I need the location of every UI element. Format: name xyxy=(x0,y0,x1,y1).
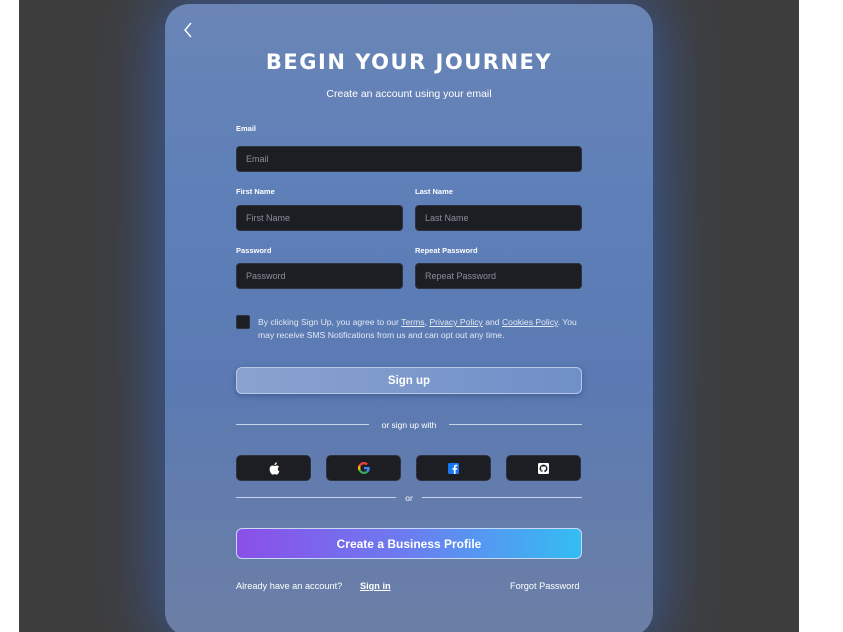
password-placeholder: Password xyxy=(246,271,286,281)
email-label: Email xyxy=(236,124,257,133)
sign-in-link[interactable]: Sign in xyxy=(360,581,391,591)
already-have-account-text: Already have an account? xyxy=(236,581,343,591)
facebook-icon xyxy=(448,462,459,474)
repeat-password-placeholder: Repeat Password xyxy=(425,271,497,281)
password-label: Password xyxy=(236,246,272,255)
github-icon xyxy=(538,462,549,474)
terms-text: By clicking Sign Up, you agree to our Te… xyxy=(258,316,588,342)
email-field[interactable]: Email xyxy=(236,146,582,172)
github-signup-button[interactable] xyxy=(506,455,581,481)
create-business-profile-button[interactable]: Create a Business Profile xyxy=(236,528,582,559)
repeat-password-label: Repeat Password xyxy=(415,246,478,255)
first-name-field[interactable]: First Name xyxy=(236,205,403,231)
page-subtitle: Create an account using your email xyxy=(326,88,492,100)
or-text: or xyxy=(405,493,413,503)
first-name-placeholder: First Name xyxy=(246,213,291,223)
terms-checkbox[interactable] xyxy=(236,315,250,329)
divider-or-right xyxy=(422,497,582,498)
page-title: BEGIN YOUR JOURNEY xyxy=(265,50,553,74)
sign-up-button[interactable]: Sign up xyxy=(236,367,582,394)
divider-or-left xyxy=(236,497,396,498)
facebook-signup-button[interactable] xyxy=(416,455,491,481)
back-button[interactable] xyxy=(177,18,199,42)
divider-left xyxy=(236,424,369,425)
chevron-left-icon xyxy=(184,22,192,38)
last-name-placeholder: Last Name xyxy=(425,213,469,223)
forgot-password-link[interactable]: Forgot Password xyxy=(510,581,579,591)
apple-signup-button[interactable] xyxy=(236,455,311,481)
privacy-policy-link[interactable]: Privacy Policy xyxy=(429,317,482,327)
password-field[interactable]: Password xyxy=(236,263,403,289)
terms-prefix: By clicking Sign Up, you agree to our xyxy=(258,317,402,327)
google-signup-button[interactable] xyxy=(326,455,401,481)
terms-and: and xyxy=(482,317,502,327)
last-name-label: Last Name xyxy=(415,187,453,196)
terms-link[interactable]: Terms xyxy=(401,317,424,327)
email-placeholder: Email xyxy=(246,154,269,164)
cookies-policy-link[interactable]: Cookies Policy xyxy=(502,317,558,327)
or-sign-up-with-text: or sign up with xyxy=(381,420,437,430)
divider-right xyxy=(449,424,582,425)
signup-card: BEGIN YOUR JOURNEY Create an account usi… xyxy=(165,4,653,632)
first-name-label: First Name xyxy=(236,187,275,196)
repeat-password-field[interactable]: Repeat Password xyxy=(415,263,582,289)
apple-icon xyxy=(269,461,279,475)
google-icon xyxy=(357,462,370,474)
last-name-field[interactable]: Last Name xyxy=(415,205,582,231)
